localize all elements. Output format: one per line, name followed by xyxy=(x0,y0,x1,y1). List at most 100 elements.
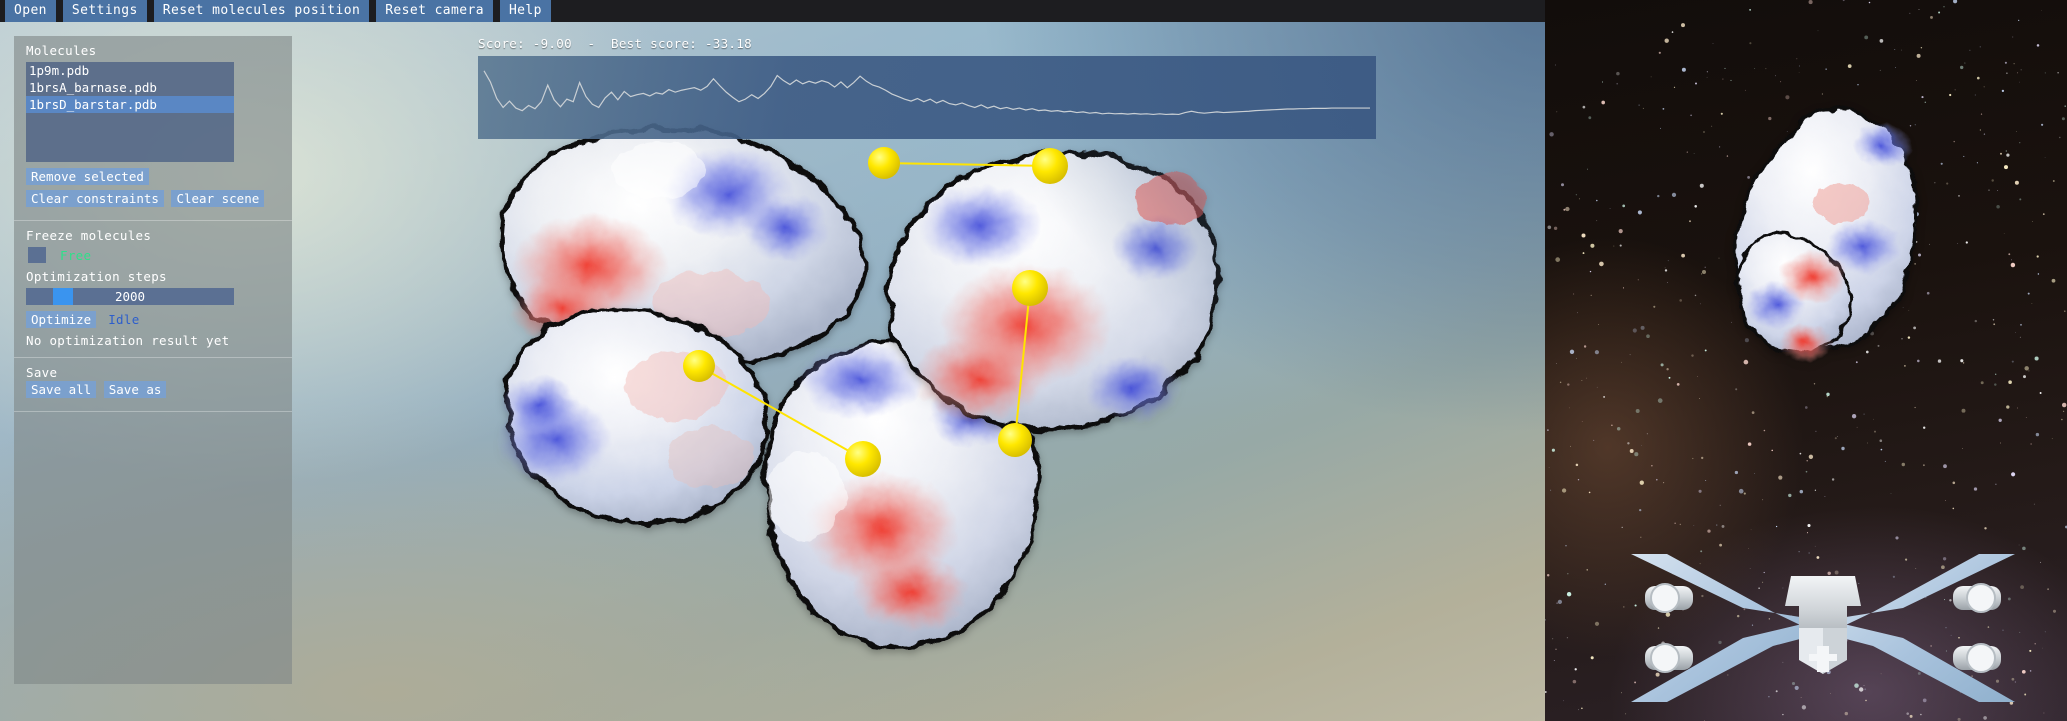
molecule-list[interactable]: 1p9m.pdb 1brsA_barnase.pdb 1brsD_barstar.p… xyxy=(26,62,234,162)
star xyxy=(1666,368,1669,371)
star xyxy=(1664,269,1668,272)
star xyxy=(1983,133,1986,135)
optimization-steps-slider[interactable]: 2000 xyxy=(26,288,234,305)
star xyxy=(1581,380,1583,381)
star xyxy=(1590,294,1592,296)
star xyxy=(1879,39,1884,43)
star xyxy=(1831,478,1835,481)
application-window: Score: -9.00 - Best score: -33.18 Molecu… xyxy=(0,0,2067,721)
star xyxy=(1894,49,1896,50)
star xyxy=(1980,113,1983,115)
save-all-button[interactable]: Save all xyxy=(26,381,97,398)
star xyxy=(1565,206,1570,212)
vr-companion-view[interactable] xyxy=(1545,0,2067,721)
molecule-list-item[interactable]: 1brsD_barstar.pdb xyxy=(26,96,234,113)
star xyxy=(2044,631,2046,633)
star xyxy=(1995,373,1997,375)
menu-item-reset-molecules-position[interactable]: Reset molecules position xyxy=(153,0,370,22)
star xyxy=(1554,64,1556,66)
star xyxy=(1692,457,1694,460)
molecule-list-item[interactable]: 1p9m.pdb xyxy=(26,62,234,79)
star xyxy=(1923,426,1926,429)
freeze-molecules-label: Freeze molecules xyxy=(26,228,152,243)
star xyxy=(1635,409,1640,413)
star xyxy=(2019,198,2022,201)
star xyxy=(1778,475,1783,480)
star xyxy=(1619,244,1622,247)
star xyxy=(1691,354,1694,357)
star xyxy=(1836,436,1838,437)
star xyxy=(1594,350,1599,355)
star xyxy=(1590,656,1594,660)
star xyxy=(1662,108,1665,110)
star xyxy=(1577,312,1578,314)
star xyxy=(1749,8,1752,11)
star xyxy=(1556,602,1558,604)
star xyxy=(1863,413,1865,415)
star xyxy=(2027,292,2030,295)
menu-item-help[interactable]: Help xyxy=(499,0,551,22)
star xyxy=(1961,408,1966,413)
star xyxy=(1695,82,1697,85)
vr-molecule-surface[interactable] xyxy=(1695,95,1965,365)
star xyxy=(2017,72,2019,74)
star xyxy=(1705,480,1707,481)
star xyxy=(1550,489,1552,491)
freeze-molecules-checkbox[interactable] xyxy=(28,247,46,263)
molecule-3d-viewport[interactable]: Score: -9.00 - Best score: -33.18 Molecu… xyxy=(0,0,1545,721)
clear-scene-button[interactable]: Clear scene xyxy=(171,190,265,207)
star xyxy=(2036,44,2040,47)
star xyxy=(2047,588,2049,591)
star xyxy=(1983,86,1985,88)
star xyxy=(1582,105,1586,109)
star xyxy=(1547,429,1549,431)
star xyxy=(1976,76,1980,80)
star xyxy=(1799,489,1804,494)
star xyxy=(1674,522,1676,524)
star xyxy=(1566,637,1569,639)
star xyxy=(1808,454,1814,459)
star xyxy=(1673,86,1676,88)
menu-item-open[interactable]: Open xyxy=(5,0,56,22)
molecules-section: Molecules 1p9m.pdb 1brsA_barnase.pdb 1brsD… xyxy=(14,36,292,220)
star xyxy=(2036,255,2039,258)
star xyxy=(1681,67,1686,72)
star xyxy=(1775,525,1778,528)
menu-item-reset-camera[interactable]: Reset camera xyxy=(376,0,493,22)
star xyxy=(1735,388,1738,391)
star xyxy=(1734,470,1739,475)
molecule-list-item[interactable]: 1brsA_barnase.pdb xyxy=(26,79,234,96)
star xyxy=(1545,619,1546,621)
star xyxy=(1750,529,1752,531)
star xyxy=(1639,508,1642,512)
star xyxy=(1583,345,1587,348)
star xyxy=(1565,545,1567,547)
star xyxy=(2020,69,2022,71)
star xyxy=(1557,599,1563,605)
optimize-button[interactable]: Optimize xyxy=(26,311,97,328)
star xyxy=(1901,462,1906,467)
molecule-upper-right[interactable] xyxy=(870,140,1230,470)
star xyxy=(1561,488,1567,493)
menu-item-settings[interactable]: Settings xyxy=(62,0,147,22)
star xyxy=(1646,433,1648,435)
star xyxy=(1805,470,1808,473)
star xyxy=(1658,51,1661,54)
star xyxy=(1841,446,1845,451)
star xyxy=(1856,426,1858,428)
save-as-button[interactable]: Save as xyxy=(103,381,167,398)
star xyxy=(1743,492,1746,495)
star xyxy=(1868,1,1871,4)
score-history-line xyxy=(484,71,1370,115)
star xyxy=(2062,410,2065,412)
remove-selected-button[interactable]: Remove selected xyxy=(26,168,149,185)
star xyxy=(2041,123,2044,126)
clear-constraints-button[interactable]: Clear constraints xyxy=(26,190,164,207)
star xyxy=(1586,569,1588,571)
star xyxy=(1813,383,1816,385)
star xyxy=(1622,204,1626,208)
star xyxy=(1873,418,1874,420)
star xyxy=(1555,648,1557,650)
star xyxy=(1553,226,1558,230)
star xyxy=(1653,305,1656,308)
